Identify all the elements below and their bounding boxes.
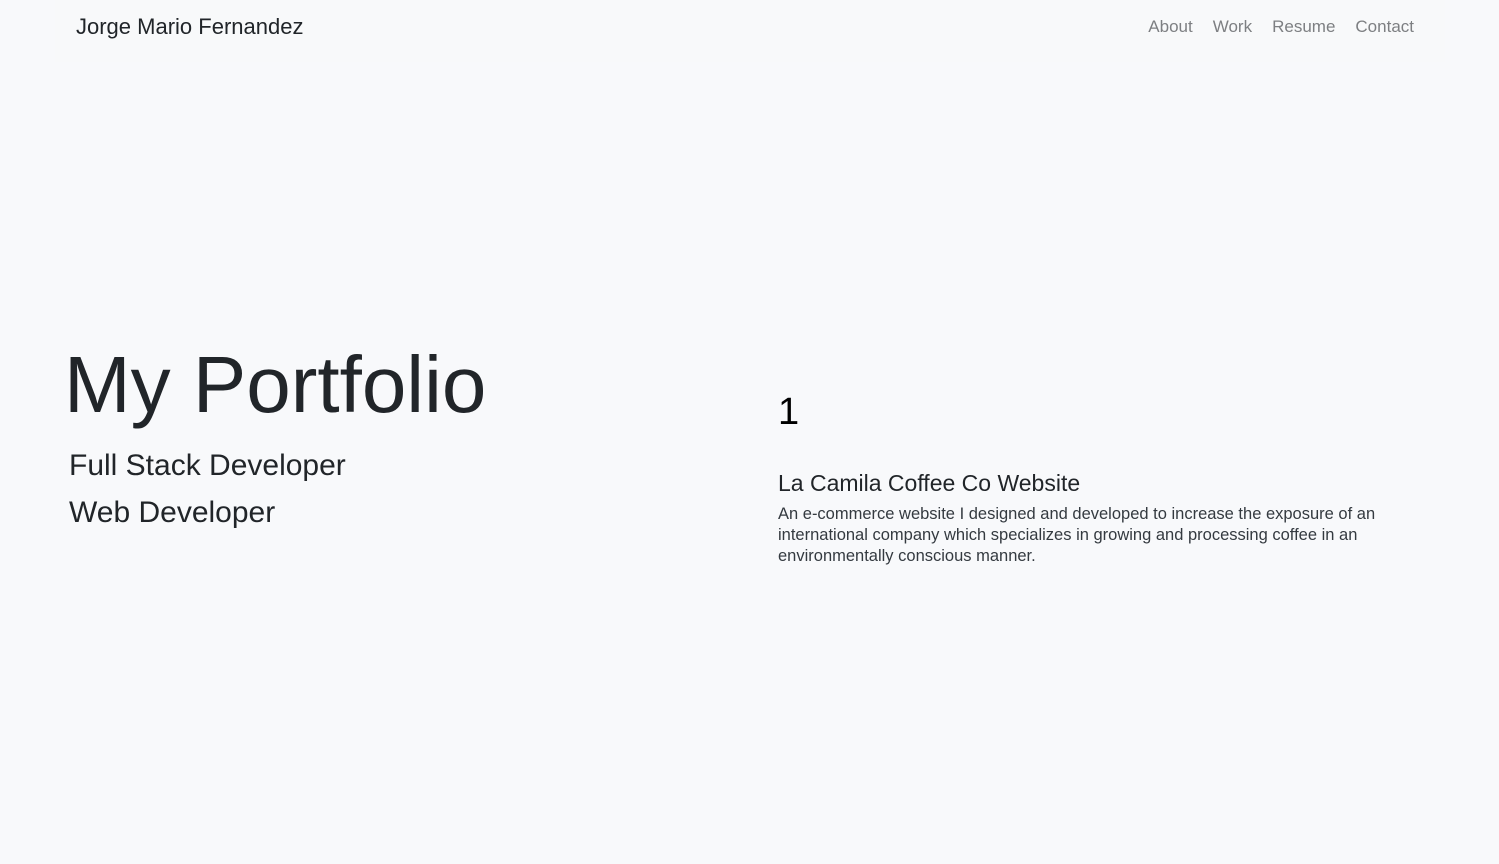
nav-links: About Work Resume Contact [1148,17,1414,37]
nav-link-work[interactable]: Work [1213,17,1252,37]
hero-title: My Portfolio [64,340,487,429]
hero-subtitle-web: Web Developer [69,496,276,529]
nav-link-contact[interactable]: Contact [1355,17,1414,37]
project-title: La Camila Coffee Co Website [778,470,1081,496]
hero-section: My Portfolio Full Stack Developer Web De… [64,338,704,536]
project-card: 1 La Camila Coffee Co Website An e-comme… [778,390,1438,567]
project-description: An e-commerce website I designed and dev… [778,505,1376,565]
brand-link[interactable]: Jorge Mario Fernandez [76,14,303,40]
nav-link-about[interactable]: About [1148,17,1192,37]
navbar: Jorge Mario Fernandez About Work Resume … [55,0,1445,62]
project-number: 1 [778,391,800,433]
hero-subtitle-full-stack: Full Stack Developer [69,449,346,482]
nav-link-resume[interactable]: Resume [1272,17,1335,37]
